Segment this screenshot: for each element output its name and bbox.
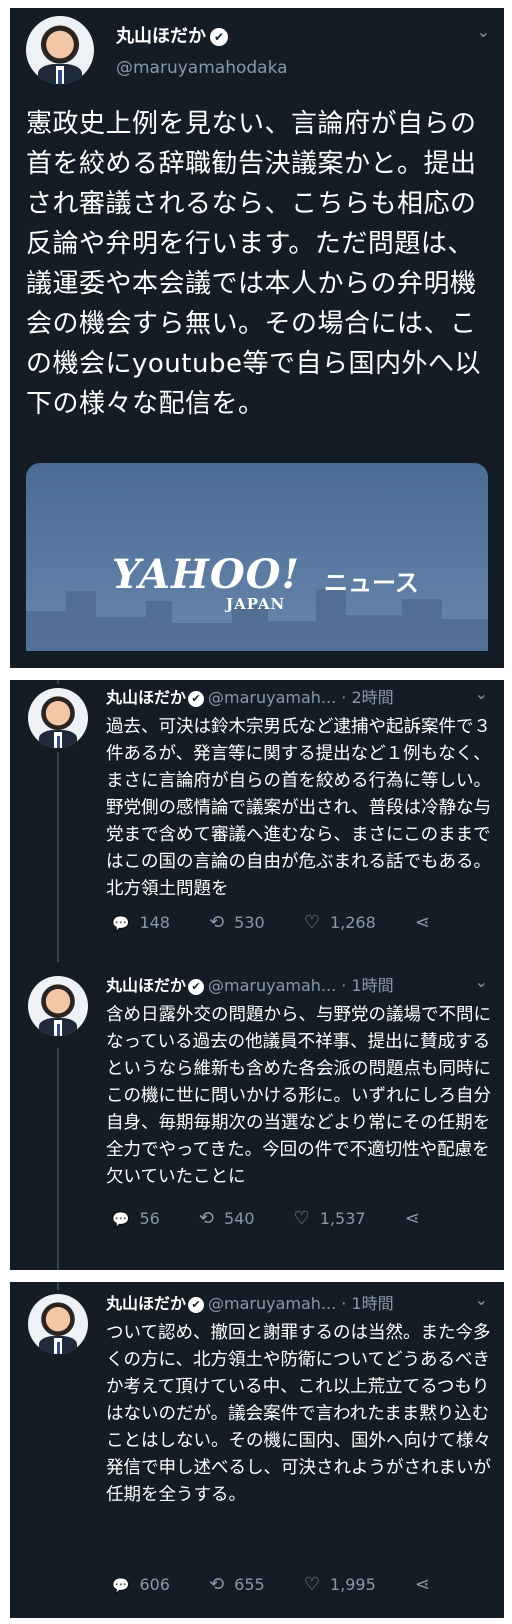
thread-panel: 丸山ほだか ✔ @maruyamah... · 1時間 ⌄ ついて認め、撤回と謝罪す… (10, 1282, 504, 1618)
author-handle[interactable]: @maruyamahodaka (116, 58, 288, 78)
chevron-down-icon[interactable]: ⌄ (477, 22, 490, 41)
yahoo-logo: YAHOO! (112, 551, 301, 598)
retweet-icon: ⟲ (209, 912, 225, 933)
verified-icon: ✔ (188, 978, 205, 995)
share-icon: ⋖ (414, 1574, 430, 1595)
tweet-text: 含め日露外交の問題から、与野党の議場で不問になっている過去の他議員不祥事、提出に… (106, 1005, 491, 1187)
tweet-text: ついて認め、撤回と謝罪するのは当然。また今多くの方に、北方領土や防衛についてどう… (106, 1323, 491, 1505)
share-button[interactable]: ⋖ (415, 1574, 440, 1595)
chevron-down-icon[interactable]: ⌄ (475, 1290, 488, 1309)
action-bar: 💬 606 ⟲ 655 ♡ 1,995 ⋖ (112, 1574, 474, 1595)
thread-line (57, 1048, 59, 1270)
tweet-header: 丸山ほだか ✔ @maruyamah... · 1時間 (106, 1290, 394, 1314)
retweet-button[interactable]: ⟲ 540 (199, 1208, 255, 1229)
yahoo-japan-label: JAPAN (226, 595, 286, 613)
share-button[interactable]: ⋖ (415, 912, 440, 933)
tweet-header: 丸山ほだか ✔ @maruyamah... · 2時間 (106, 684, 394, 708)
chevron-down-icon[interactable]: ⌄ (475, 972, 488, 991)
action-bar: 💬 148 ⟲ 530 ♡ 1,268 ⋖ (112, 912, 474, 933)
reply-button[interactable]: 💬 606 (112, 1575, 170, 1594)
reply-count: 148 (139, 913, 170, 932)
like-button[interactable]: ♡ 1,268 (304, 912, 376, 933)
verified-icon: ✔ (188, 690, 205, 707)
reply-count: 606 (139, 1575, 170, 1594)
avatar[interactable] (26, 16, 94, 84)
author-name[interactable]: 丸山ほだか (106, 1294, 186, 1313)
like-icon: ♡ (293, 1208, 310, 1229)
like-button[interactable]: ♡ 1,537 (294, 1208, 366, 1229)
chevron-down-icon[interactable]: ⌄ (475, 684, 488, 703)
avatar[interactable] (28, 1294, 88, 1354)
thread-panel: 丸山ほだか ✔ @maruyamah... · 2時間 ⌄ 過去、可決は鈴木宗男氏な… (10, 680, 504, 1270)
thread-line (57, 680, 59, 684)
main-tweet: 丸山ほだか ✔ @maruyamahodaka ⌄ 憲政史上例を見ない、言論府が自… (10, 8, 504, 668)
reply-icon: 💬 (112, 916, 130, 932)
avatar[interactable] (28, 976, 88, 1036)
link-card[interactable]: YAHOO! JAPAN ニュース (26, 463, 488, 651)
avatar[interactable] (28, 688, 88, 748)
handle-time[interactable]: @maruyamah... · 1時間 (208, 976, 394, 995)
author-name-group[interactable]: 丸山ほだか ✔ (116, 22, 228, 48)
verified-icon: ✔ (188, 1296, 205, 1313)
reply-button[interactable]: 💬 56 (112, 1209, 160, 1228)
retweet-count: 540 (223, 1209, 255, 1228)
author-name[interactable]: 丸山ほだか (106, 688, 186, 707)
share-icon: ⋖ (414, 912, 430, 933)
retweet-icon: ⟲ (209, 1574, 225, 1595)
like-count: 1,537 (319, 1209, 366, 1228)
tweet-text: 憲政史上例を見ない、言論府が自らの首を絞める辞職勧告決議案かと。提出され審議され… (26, 109, 481, 419)
reply-icon: 💬 (112, 1212, 130, 1228)
handle-time[interactable]: @maruyamah... · 1時間 (208, 1294, 394, 1313)
like-icon: ♡ (303, 1574, 320, 1595)
action-bar: 💬 56 ⟲ 540 ♡ 1,537 ⋖ (112, 1208, 464, 1229)
verified-icon: ✔ (210, 28, 228, 46)
tweet-text: 過去、可決は鈴木宗男氏など逮捕や起訴案件で３件あるが、発言等に関する提出など１例… (106, 717, 492, 899)
reply-button[interactable]: 💬 148 (112, 913, 170, 932)
retweet-icon: ⟲ (198, 1208, 214, 1229)
author-name[interactable]: 丸山ほだか (106, 976, 186, 995)
retweet-button[interactable]: ⟲ 530 (209, 912, 265, 933)
handle-time[interactable]: @maruyamah... · 2時間 (208, 688, 394, 707)
share-icon: ⋖ (404, 1208, 420, 1229)
like-count: 1,268 (329, 913, 376, 932)
like-icon: ♡ (303, 912, 320, 933)
news-label: ニュース (324, 569, 419, 597)
like-button[interactable]: ♡ 1,995 (304, 1574, 376, 1595)
retweet-button[interactable]: ⟲ 655 (209, 1574, 265, 1595)
like-count: 1,995 (329, 1575, 376, 1594)
retweet-count: 530 (234, 913, 265, 932)
thread-line (57, 1282, 59, 1290)
author-name[interactable]: 丸山ほだか (116, 26, 206, 47)
retweet-count: 655 (234, 1575, 265, 1594)
thread-line (57, 752, 59, 962)
share-button[interactable]: ⋖ (405, 1208, 430, 1229)
reply-count: 56 (139, 1209, 160, 1228)
tweet-header: 丸山ほだか ✔ @maruyamah... · 1時間 (106, 972, 394, 996)
reply-icon: 💬 (112, 1578, 130, 1594)
